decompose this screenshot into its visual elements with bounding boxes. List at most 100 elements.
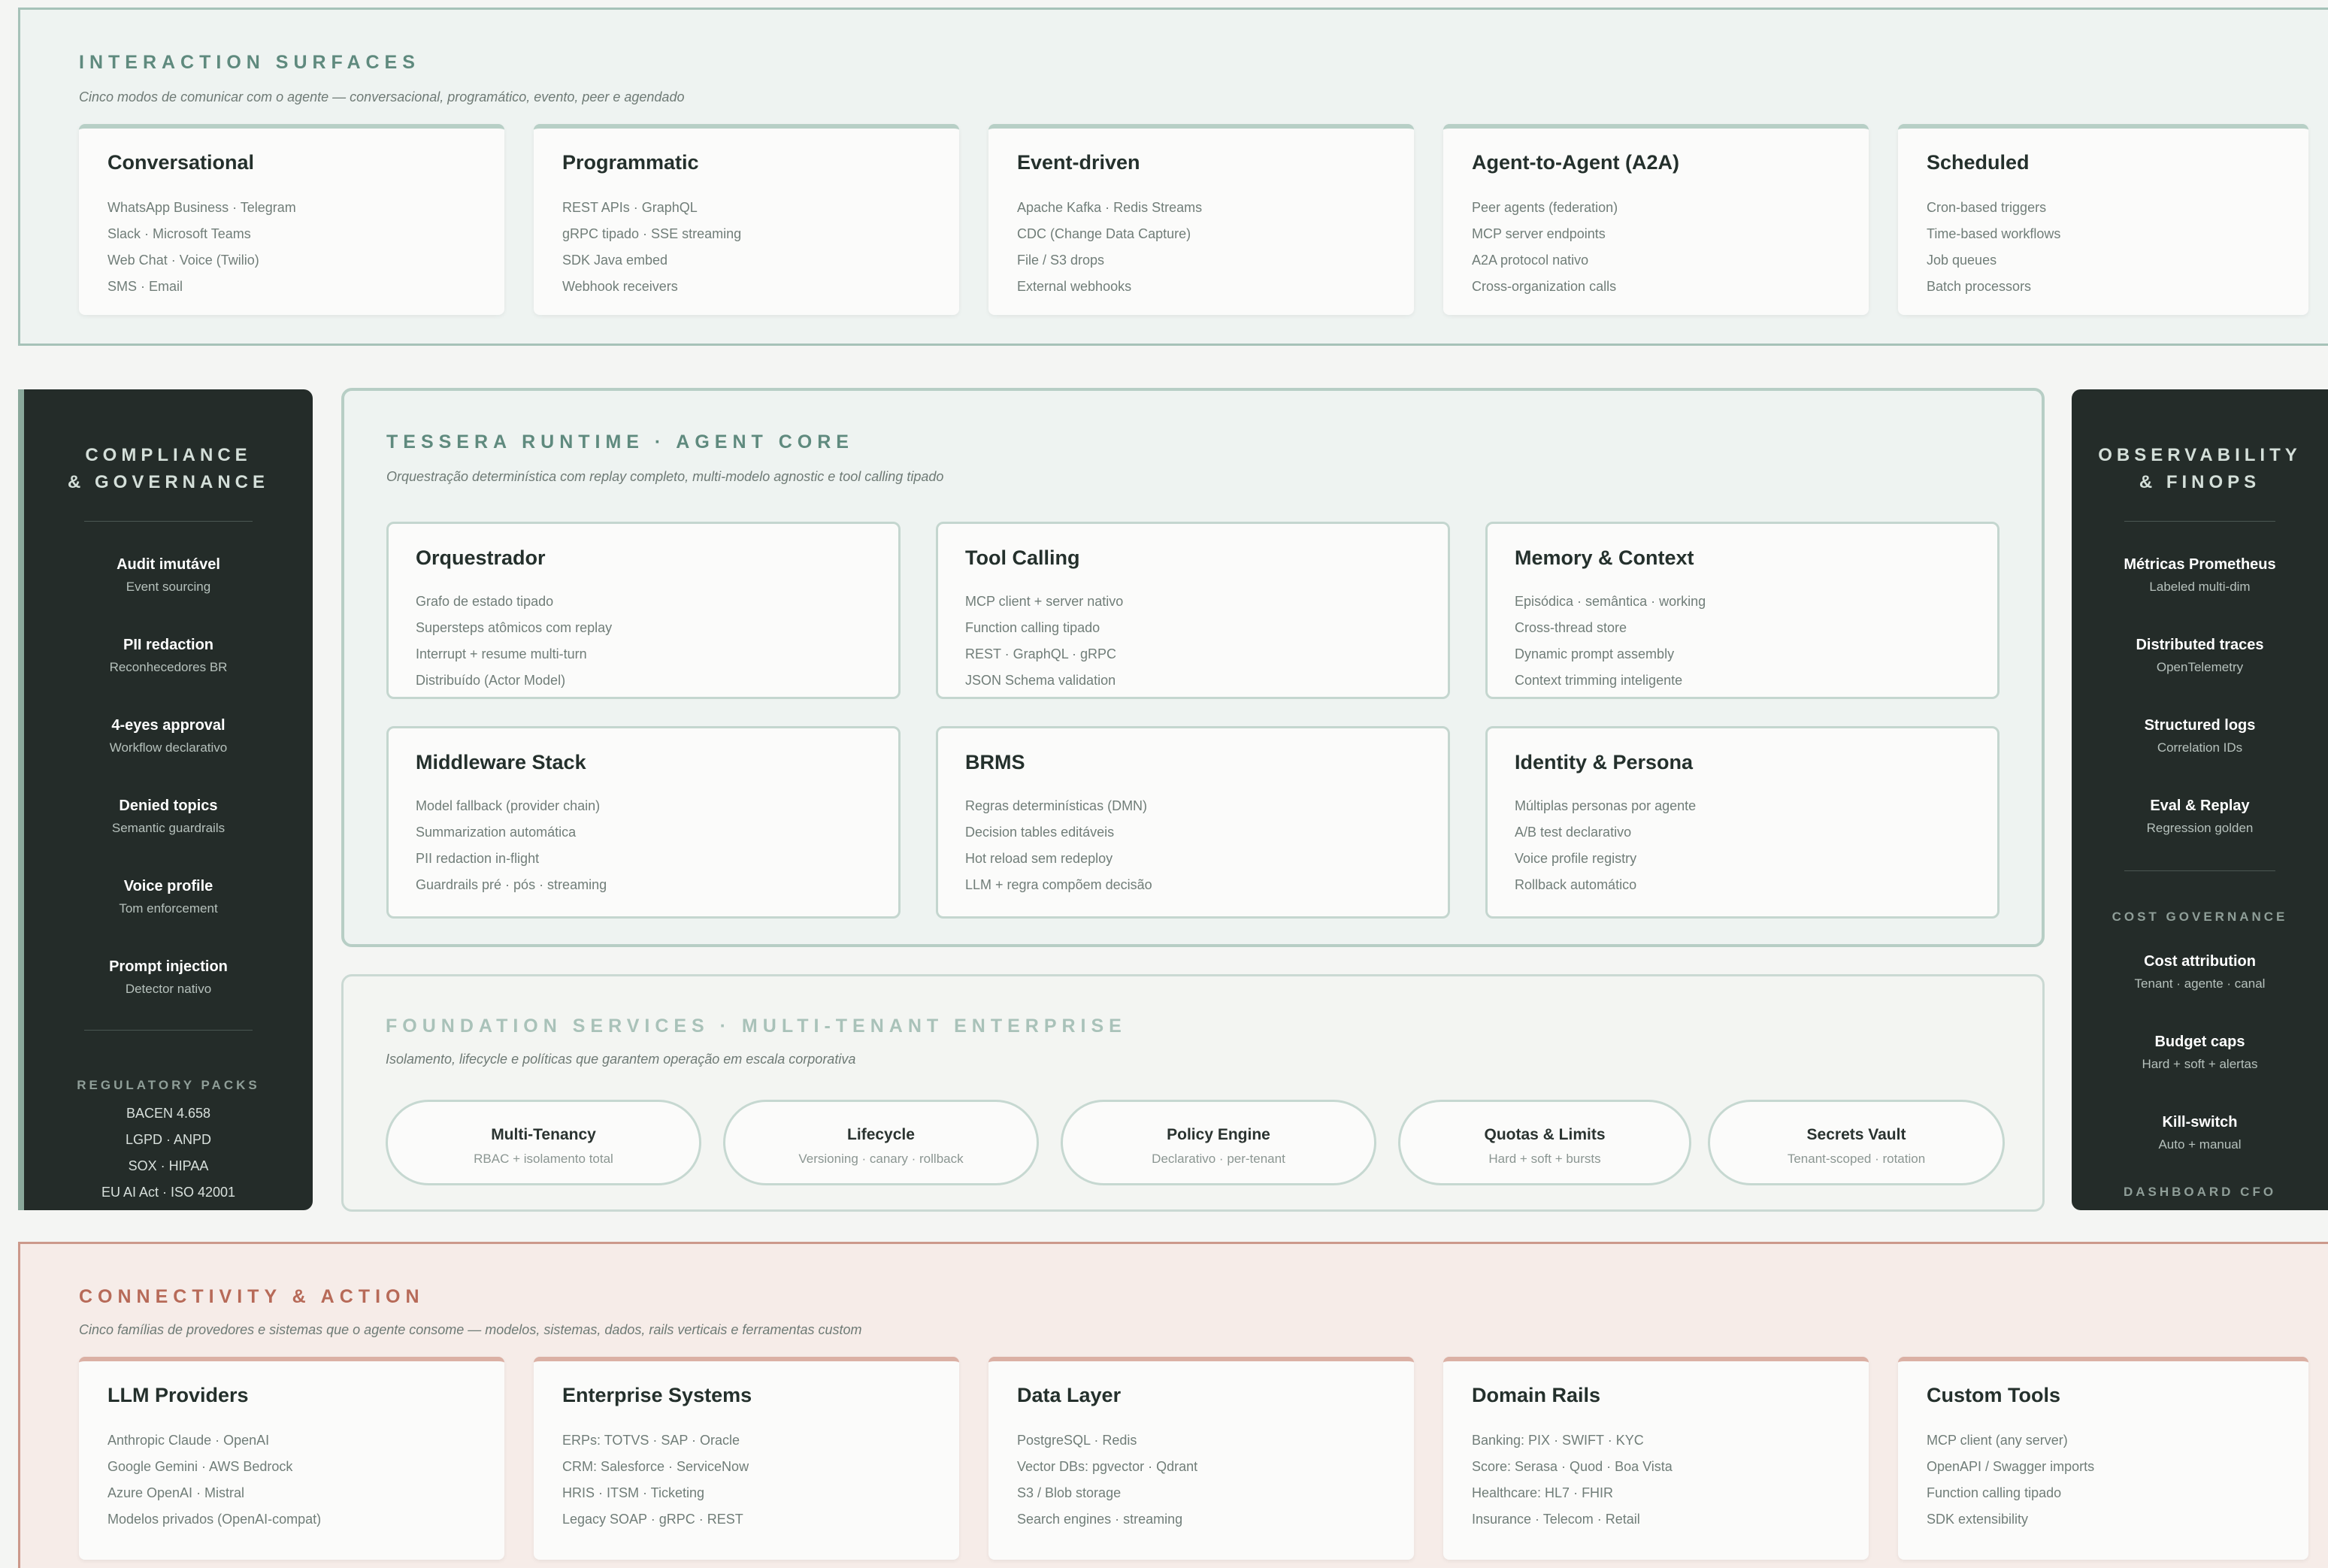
card-line: CDC (Change Data Capture) bbox=[1017, 226, 1191, 241]
foundation-services-panel: FOUNDATION SERVICES · MULTI-TENANT ENTER… bbox=[341, 974, 2045, 1212]
card-title: Tool Calling bbox=[965, 546, 1080, 569]
divider bbox=[84, 521, 253, 522]
card-title: Event-driven bbox=[1017, 151, 1140, 174]
card-title: Scheduled bbox=[1927, 151, 2030, 174]
item-title: 4-eyes approval bbox=[111, 717, 226, 734]
card-programmatic: Programmatic REST APIs · GraphQL gRPC ti… bbox=[534, 124, 959, 315]
card-line: File / S3 drops bbox=[1017, 253, 1105, 268]
divider bbox=[84, 1030, 253, 1031]
regulatory-pack: LGPD · ANPD bbox=[125, 1132, 212, 1147]
card-line: Rollback automático bbox=[1515, 877, 1637, 892]
item-subtitle: Tenant · agente · canal bbox=[2134, 976, 2266, 991]
compliance-item: Voice profile Tom enforcement bbox=[24, 878, 313, 916]
connectivity-kicker: CONNECTIVITY & ACTION bbox=[79, 1286, 425, 1307]
observability-item: Eval & Replay Regression golden bbox=[2072, 798, 2328, 836]
card-line: Peer agents (federation) bbox=[1472, 200, 1618, 215]
card-line: Interrupt + resume multi-turn bbox=[416, 646, 587, 661]
dashboard-cfo-label: DASHBOARD CFO bbox=[2123, 1185, 2277, 1199]
item-subtitle: Semantic guardrails bbox=[111, 821, 226, 835]
card-line: Vector DBs: pgvector · Qdrant bbox=[1017, 1459, 1198, 1474]
pill-title: Secrets Vault bbox=[1806, 1126, 1906, 1143]
regulatory-pack: EU AI Act · ISO 42001 bbox=[101, 1185, 236, 1200]
compliance-item: Audit imutável Event sourcing bbox=[24, 556, 313, 595]
card-title: Memory & Context bbox=[1515, 546, 1694, 569]
pill-subtitle: Hard + soft + bursts bbox=[1488, 1152, 1601, 1166]
card-title: Identity & Persona bbox=[1515, 751, 1694, 773]
regulatory-pack: SOX · HIPAA bbox=[128, 1158, 209, 1173]
card-line: Healthcare: HL7 · FHIR bbox=[1472, 1485, 1614, 1500]
item-subtitle: Event sourcing bbox=[126, 580, 211, 594]
observability-item: Métricas Prometheus Labeled multi-dim bbox=[2072, 556, 2328, 595]
foundation-kicker: FOUNDATION SERVICES · MULTI-TENANT ENTER… bbox=[386, 1016, 1127, 1037]
card-title: Custom Tools bbox=[1927, 1384, 2060, 1406]
item-title: Cost attribution bbox=[2144, 953, 2256, 970]
card-line: Job queues bbox=[1927, 253, 1997, 268]
card-line: HRIS · ITSM · Ticketing bbox=[562, 1485, 705, 1500]
card-line: Web Chat · Voice (Twilio) bbox=[107, 253, 259, 268]
observability-heading-2: & FINOPS bbox=[2139, 472, 2261, 492]
card-llm-providers: LLM Providers Anthropic Claude · OpenAI … bbox=[79, 1357, 504, 1560]
pill-subtitle: RBAC + isolamento total bbox=[474, 1152, 613, 1166]
card-line: MCP client (any server) bbox=[1927, 1433, 2068, 1448]
runtime-kicker: TESSERA RUNTIME · AGENT CORE bbox=[386, 431, 854, 453]
card-line: CRM: Salesforce · ServiceNow bbox=[562, 1459, 749, 1474]
compliance-item: Prompt injection Detector nativo bbox=[24, 958, 313, 997]
card-line: Dynamic prompt assembly bbox=[1515, 646, 1675, 661]
card-line: External webhooks bbox=[1017, 279, 1132, 294]
card-title: LLM Providers bbox=[107, 1384, 249, 1406]
card-line: Múltiplas personas por agente bbox=[1515, 798, 1697, 813]
item-subtitle: Reconhecedores BR bbox=[109, 660, 228, 674]
tessera-runtime-panel: TESSERA RUNTIME · AGENT CORE Orquestraçã… bbox=[341, 388, 2045, 947]
card-line: Distribuído (Actor Model) bbox=[416, 673, 566, 688]
pill-lifecycle: Lifecycle Versioning · canary · rollback bbox=[723, 1100, 1039, 1185]
card-line: SMS · Email bbox=[107, 279, 183, 294]
card-line: REST APIs · GraphQL bbox=[562, 200, 698, 215]
item-subtitle: OpenTelemetry bbox=[2156, 660, 2244, 674]
card-identity-persona: Identity & Persona Múltiplas personas po… bbox=[1485, 726, 2000, 919]
cost-item: Kill-switch Auto + manual bbox=[2072, 1114, 2328, 1152]
card-line: S3 / Blob storage bbox=[1017, 1485, 1122, 1500]
card-line: Hot reload sem redeploy bbox=[965, 851, 1113, 866]
observability-heading-1: OBSERVABILITY bbox=[2098, 445, 2302, 465]
compliance-governance-panel: COMPLIANCE & GOVERNANCE Audit imutável E… bbox=[18, 389, 313, 1210]
cost-item: Cost attribution Tenant · agente · canal bbox=[2072, 953, 2328, 991]
card-title: Agent-to-Agent (A2A) bbox=[1472, 151, 1679, 174]
card-line: SDK extensibility bbox=[1927, 1512, 2029, 1527]
item-subtitle: Labeled multi-dim bbox=[2149, 580, 2251, 594]
pill-title: Policy Engine bbox=[1167, 1126, 1270, 1143]
card-line: SDK Java embed bbox=[562, 253, 668, 268]
connectivity-action-band: CONNECTIVITY & ACTION Cinco famílias de … bbox=[18, 1242, 2328, 1568]
item-subtitle: Hard + soft + alertas bbox=[2142, 1057, 2258, 1071]
card-line: A/B test declarativo bbox=[1515, 825, 1632, 840]
card-title: Programmatic bbox=[562, 151, 699, 174]
pill-title: Multi-Tenancy bbox=[491, 1126, 596, 1143]
card-line: Voice profile registry bbox=[1515, 851, 1637, 866]
card-line: PostgreSQL · Redis bbox=[1017, 1433, 1137, 1448]
card-memory-context: Memory & Context Episódica · semântica ·… bbox=[1485, 522, 2000, 699]
pill-multi-tenancy: Multi-Tenancy RBAC + isolamento total bbox=[386, 1100, 701, 1185]
interaction-surfaces-band: INTERACTION SURFACES Cinco modos de comu… bbox=[18, 8, 2328, 346]
card-event-driven: Event-driven Apache Kafka · Redis Stream… bbox=[988, 124, 1414, 315]
card-line: ERPs: TOTVS · SAP · Oracle bbox=[562, 1433, 740, 1448]
runtime-subtitle: Orquestração determinística com replay c… bbox=[386, 469, 944, 484]
card-line: Google Gemini · AWS Bedrock bbox=[107, 1459, 293, 1474]
compliance-heading-1: COMPLIANCE bbox=[85, 445, 252, 465]
regulatory-pack: BACEN 4.658 bbox=[126, 1106, 211, 1121]
card-line: Regras determinísticas (DMN) bbox=[965, 798, 1148, 813]
card-line: A2A protocol nativo bbox=[1472, 253, 1589, 268]
card-line: Slack · Microsoft Teams bbox=[107, 226, 251, 241]
card-scheduled: Scheduled Cron-based triggers Time-based… bbox=[1898, 124, 2308, 315]
observability-item: Structured logs Correlation IDs bbox=[2072, 717, 2328, 755]
card-line: Insurance · Telecom · Retail bbox=[1472, 1512, 1640, 1527]
pill-subtitle: Versioning · canary · rollback bbox=[798, 1152, 964, 1166]
card-brms: BRMS Regras determinísticas (DMN) Decisi… bbox=[936, 726, 1450, 919]
card-line: LLM + regra compõem decisão bbox=[965, 877, 1152, 892]
pill-title: Quotas & Limits bbox=[1484, 1126, 1606, 1143]
card-line: Anthropic Claude · OpenAI bbox=[107, 1433, 270, 1448]
card-line: Apache Kafka · Redis Streams bbox=[1017, 200, 1203, 215]
item-title: Distributed traces bbox=[2136, 637, 2264, 653]
card-line: Banking: PIX · SWIFT · KYC bbox=[1472, 1433, 1644, 1448]
card-line: Batch processors bbox=[1927, 279, 2032, 294]
card-title: Conversational bbox=[107, 151, 255, 174]
observability-item: Distributed traces OpenTelemetry bbox=[2072, 637, 2328, 675]
